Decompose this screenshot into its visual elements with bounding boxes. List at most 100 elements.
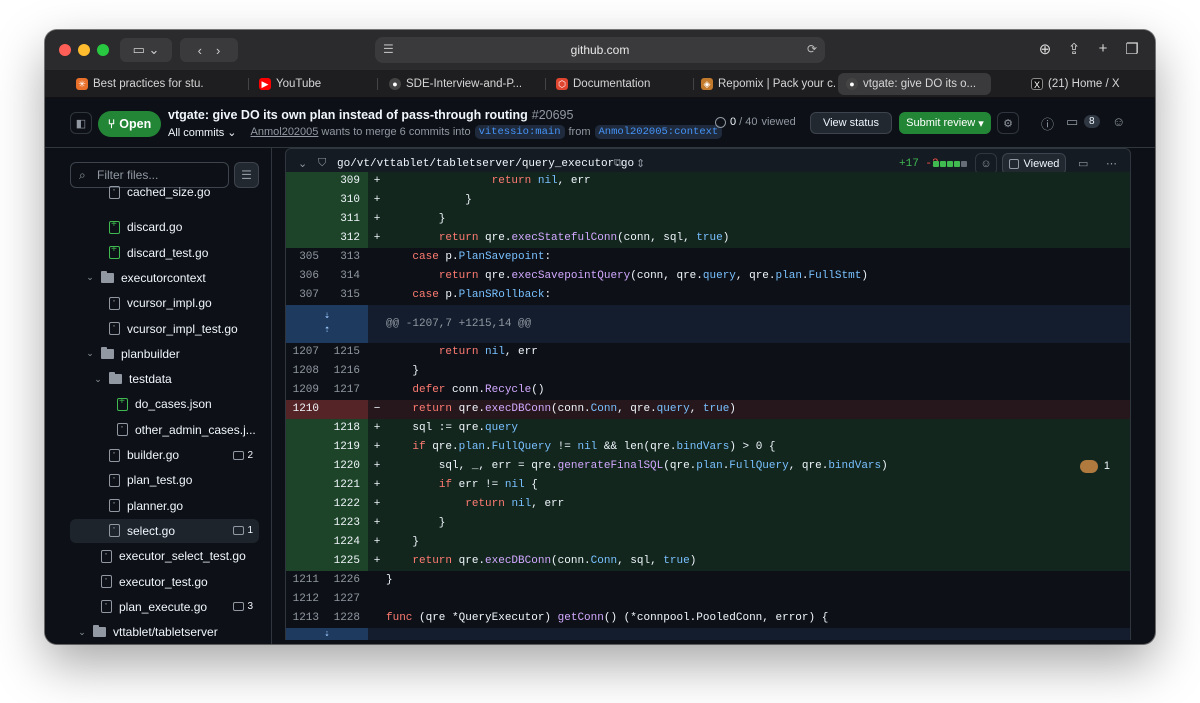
- base-branch[interactable]: vitessio:main: [474, 125, 565, 139]
- old-line-number[interactable]: [286, 533, 327, 552]
- tree-file[interactable]: plan_execute.go 3: [70, 595, 259, 619]
- old-line-number[interactable]: 307: [286, 286, 327, 305]
- tree-file[interactable]: other_admin_cases.j...: [70, 418, 259, 442]
- reload-icon[interactable]: ⟳: [807, 42, 817, 56]
- old-line-number[interactable]: [286, 172, 327, 191]
- file-tree-toggle-button[interactable]: ◧: [70, 112, 92, 134]
- new-line-number[interactable]: 1218: [327, 419, 368, 438]
- diff-line-context[interactable]: 1208 1216 }: [286, 362, 1130, 381]
- head-branch[interactable]: Anmol202005:context: [594, 125, 723, 139]
- new-line-number[interactable]: 1224: [327, 533, 368, 552]
- diff-line-added[interactable]: 1224 + }: [286, 533, 1130, 552]
- diff-line-added[interactable]: 1220 + sql, _, err = qre.generateFinalSQL…: [286, 457, 1130, 476]
- new-line-number[interactable]: 315: [327, 286, 368, 305]
- tree-file[interactable]: builder.go 2: [70, 443, 259, 467]
- expand-down-icon[interactable]: ⇣: [286, 628, 368, 640]
- old-line-number[interactable]: 1209: [286, 381, 327, 400]
- diff-line-added[interactable]: 311 + }: [286, 210, 1130, 229]
- diff-line-added[interactable]: 309 + return nil, err: [286, 172, 1130, 191]
- new-tab-icon[interactable]: +: [1093, 40, 1113, 57]
- diff-line-added[interactable]: 1223 + }: [286, 514, 1130, 533]
- old-line-number[interactable]: [286, 476, 327, 495]
- minimize-window-button[interactable]: [78, 44, 90, 56]
- new-line-number[interactable]: 1225: [327, 552, 368, 571]
- tab-sde-interview[interactable]: ● SDE-Interview-and-P...: [381, 73, 521, 95]
- tab-youtube[interactable]: ▶ YouTube: [251, 73, 371, 95]
- close-window-button[interactable]: [59, 44, 71, 56]
- old-line-number[interactable]: [286, 229, 327, 248]
- new-line-number[interactable]: 1215: [327, 343, 368, 362]
- expand-all-icon[interactable]: ⇕: [636, 157, 645, 170]
- diff-line-added[interactable]: 1225 + return qre.execDBConn(conn.Conn, s…: [286, 552, 1130, 571]
- tree-file[interactable]: select.go 1: [70, 518, 259, 543]
- tree-file[interactable]: planner.go: [70, 494, 259, 518]
- new-line-number[interactable]: 1217: [327, 381, 368, 400]
- comment-icon[interactable]: ▭: [1066, 114, 1078, 130]
- new-line-number[interactable]: 1228: [327, 609, 368, 628]
- new-line-number[interactable]: 1216: [327, 362, 368, 381]
- tab-vtgate-pr[interactable]: ● vtgate: give DO its o...: [838, 73, 991, 95]
- pr-author-link[interactable]: Anmol202005: [251, 126, 319, 138]
- new-line-number[interactable]: 1219: [327, 438, 368, 457]
- new-line-number[interactable]: 313: [327, 248, 368, 267]
- address-bar[interactable]: ☰ github.com ⟳: [375, 37, 825, 63]
- diff-line-context[interactable]: 1211 1226}: [286, 571, 1130, 590]
- comment-icon[interactable]: ▭: [1078, 157, 1088, 170]
- more-options-icon[interactable]: ⋯: [1106, 157, 1117, 170]
- new-line-number[interactable]: 1226: [327, 571, 368, 590]
- new-line-number[interactable]: 311: [327, 210, 368, 229]
- collapse-chevron-icon[interactable]: ⌄: [298, 157, 307, 170]
- tree-file[interactable]: vcursor_impl.go: [70, 291, 259, 315]
- tree-file[interactable]: executor_test.go: [70, 570, 259, 594]
- diff-line-context[interactable]: 306 314 return qre.execSavepointQuery(con…: [286, 267, 1130, 286]
- old-line-number[interactable]: [286, 495, 327, 514]
- tree-folder[interactable]: ⌄ vttablet/tabletserver: [70, 620, 259, 644]
- old-line-number[interactable]: 1211: [286, 571, 327, 590]
- old-line-number[interactable]: [286, 210, 327, 229]
- tree-file[interactable]: discard.go: [70, 215, 259, 239]
- new-line-number[interactable]: 1221: [327, 476, 368, 495]
- comment-reaction[interactable]: 1: [1079, 457, 1110, 476]
- new-line-number[interactable]: 309: [327, 172, 368, 191]
- new-line-number[interactable]: 310: [327, 191, 368, 210]
- tree-folder[interactable]: ⌄ executorcontext: [70, 266, 259, 290]
- diff-line-deleted[interactable]: 1210 − return qre.execDBConn(conn.Conn, q…: [286, 400, 1130, 419]
- old-line-number[interactable]: [286, 457, 327, 476]
- diff-line-added[interactable]: 1218 + sql := qre.query: [286, 419, 1130, 438]
- diff-line-added[interactable]: 1221 + if err != nil {: [286, 476, 1130, 495]
- tree-file[interactable]: discard_test.go: [70, 241, 259, 265]
- submit-review-button[interactable]: Submit review ▾: [899, 112, 991, 134]
- sidebar-toggle-button[interactable]: ▭ ⌄: [120, 38, 172, 62]
- old-line-number[interactable]: 1208: [286, 362, 327, 381]
- tree-folder[interactable]: ⌄ testdata: [70, 367, 259, 391]
- diff-line-added[interactable]: 310 + }: [286, 191, 1130, 210]
- settings-button[interactable]: ⚙: [997, 112, 1019, 134]
- old-line-number[interactable]: 306: [286, 267, 327, 286]
- old-line-number[interactable]: [286, 191, 327, 210]
- page-settings-icon[interactable]: ☰: [383, 42, 394, 56]
- new-line-number[interactable]: 1227: [327, 590, 368, 609]
- view-status-button[interactable]: View status: [810, 112, 892, 134]
- diff-line-added[interactable]: 312 + return qre.execStatefulConn(conn, s…: [286, 229, 1130, 248]
- forward-arrow-icon[interactable]: ›: [216, 43, 220, 58]
- new-line-number[interactable]: 314: [327, 267, 368, 286]
- tab-best-practices[interactable]: ✳ Best practices for stu...: [68, 73, 203, 95]
- diff-line-added[interactable]: 1219 + if qre.plan.FullQuery != nil && le…: [286, 438, 1130, 457]
- tree-folder[interactable]: ⌄ planbuilder: [70, 342, 259, 366]
- old-line-number[interactable]: [286, 438, 327, 457]
- diff-line-context[interactable]: 305 313 case p.PlanSavepoint:: [286, 248, 1130, 267]
- tab-documentation[interactable]: ⬡ Documentation: [548, 73, 683, 95]
- diff-line-added[interactable]: 1222 + return nil, err: [286, 495, 1130, 514]
- old-line-number[interactable]: 1210: [286, 400, 327, 419]
- new-line-number[interactable]: [327, 400, 368, 419]
- old-line-number[interactable]: 1207: [286, 343, 327, 362]
- diff-line-context[interactable]: 307 315 case p.PlanSRollback:: [286, 286, 1130, 305]
- diff-line-context[interactable]: 1207 1215 return nil, err: [286, 343, 1130, 362]
- tree-file[interactable]: do_cases.json: [70, 392, 259, 416]
- diff-line-context[interactable]: 1212 1227: [286, 590, 1130, 609]
- old-line-number[interactable]: [286, 514, 327, 533]
- share-icon[interactable]: ⇪: [1064, 40, 1084, 58]
- tree-file[interactable]: executor_select_test.go: [70, 544, 259, 568]
- back-arrow-icon[interactable]: ‹: [198, 43, 202, 58]
- old-line-number[interactable]: [286, 419, 327, 438]
